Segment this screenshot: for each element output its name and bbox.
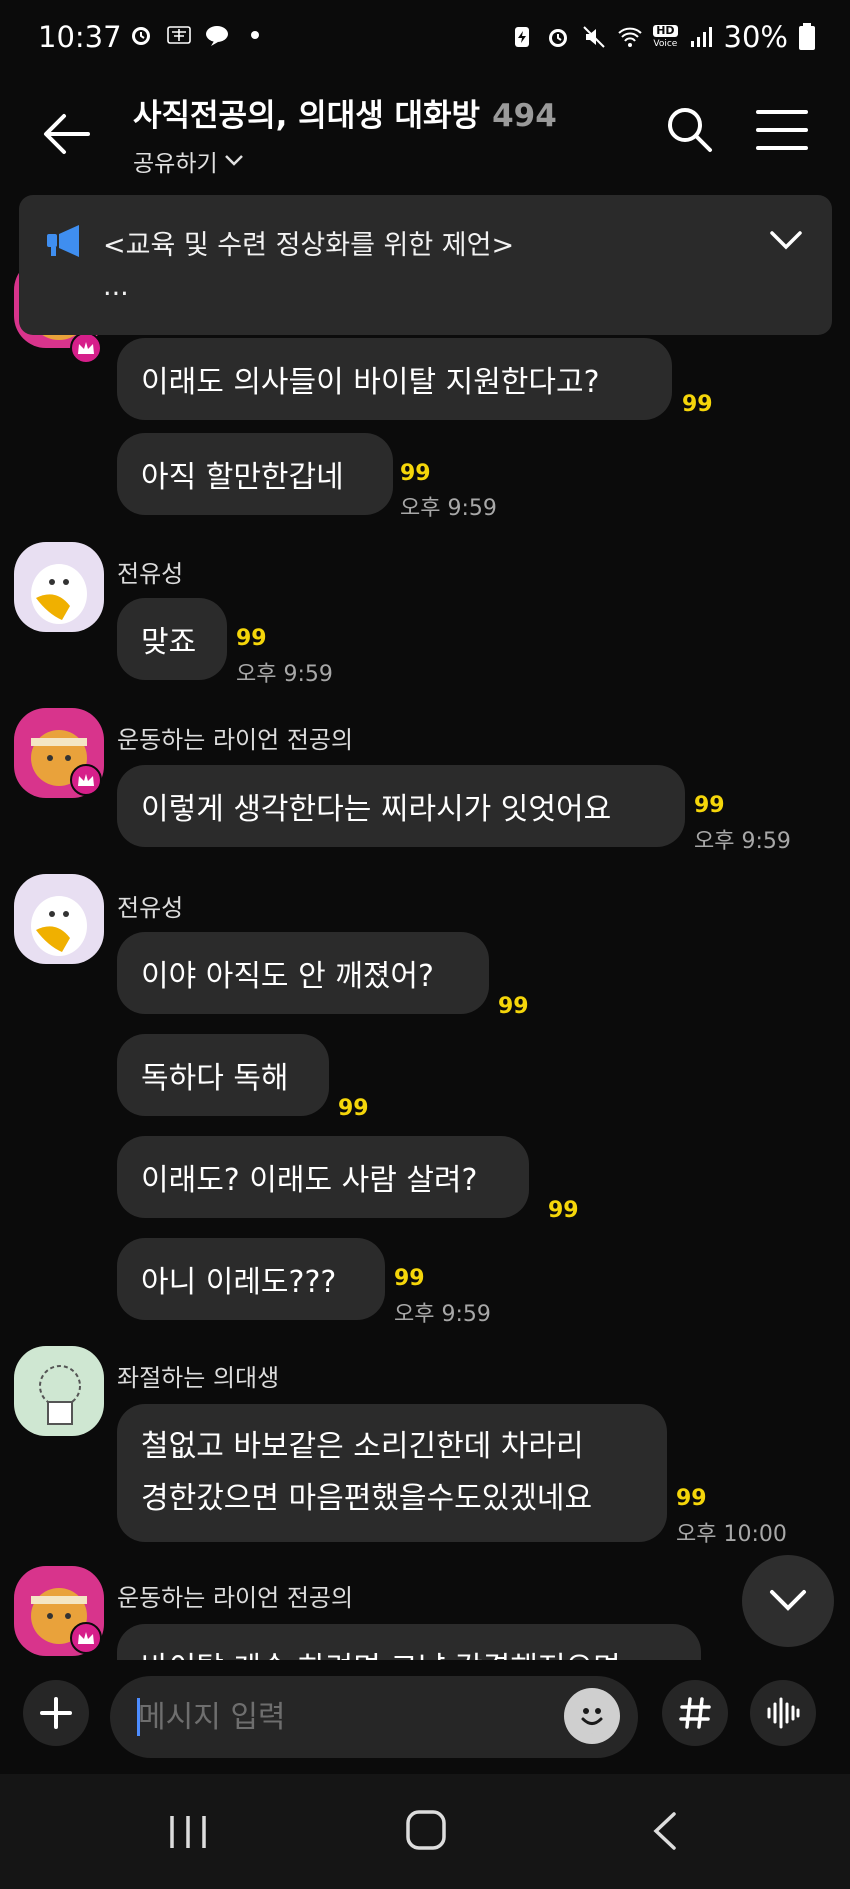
chevron-down-icon: [224, 155, 243, 166]
unread-count: 99: [548, 1198, 579, 1223]
avatar[interactable]: [14, 1346, 104, 1436]
avatar[interactable]: [14, 542, 104, 632]
notice-text: <교육 및 수련 정상화를 위한 제언>: [103, 230, 515, 261]
message-time: 오후 9:59: [236, 662, 333, 687]
battery-saver-icon: [515, 27, 530, 47]
message-time: 오후 10:00: [676, 1522, 787, 1547]
chat-messages[interactable]: 이래도 의사들이 바이탈 지원한다고? 99 아직 할만한갑네 99 오후 9:…: [0, 186, 850, 1660]
battery-icon: [799, 23, 815, 50]
mute-icon: [583, 26, 605, 48]
status-bar: 10:37 HD Voice 30%: [0, 0, 850, 76]
signal-icon: [690, 27, 712, 47]
message-bubble[interactable]: 바이탈 계속 하려면 그냥 각결해져으면: [117, 1624, 701, 1660]
message-bubble[interactable]: 철없고 바보같은 소리긴한데 차라리 경한갔으면 마음편했을수도있겠네요: [117, 1404, 667, 1542]
sender-name: 운동하는 라이언 전공의: [117, 1584, 354, 1612]
crown-badge-icon: [70, 1622, 102, 1654]
share-button[interactable]: 공유하기: [133, 144, 244, 178]
status-right-icons: HD Voice 30%: [509, 20, 816, 54]
chat-title: 사직전공의, 의대생 대화방: [133, 98, 481, 134]
message-bubble[interactable]: 독하다 독해: [117, 1034, 329, 1116]
unread-count: 99: [338, 1096, 369, 1121]
message-text: 바이탈 계속 하려면 그냥 각결해져으면: [141, 1643, 621, 1660]
message-text: 아니 이레도???: [141, 1265, 337, 1300]
message-bubble[interactable]: 이래도? 이래도 사람 살려?: [117, 1136, 529, 1218]
status-time: 10:37: [38, 20, 122, 54]
back-icon[interactable]: [650, 1810, 680, 1852]
message-bubble[interactable]: 이렇게 생각한다는 찌라시가 잇엇어요: [117, 765, 685, 847]
voice-button[interactable]: [750, 1680, 816, 1746]
home-icon[interactable]: [404, 1808, 448, 1852]
sender-name: 운동하는 라이언 전공의: [117, 726, 354, 754]
message-input[interactable]: [110, 1676, 638, 1758]
message-text: 이래도? 이래도 사람 살려?: [141, 1163, 478, 1198]
message-text: 이야 아직도 안 깨졌어?: [141, 959, 434, 994]
arrow-left-icon[interactable]: [38, 106, 94, 162]
unread-count: 99: [694, 793, 725, 818]
unread-count: 99: [676, 1486, 707, 1511]
message-text-line-1: 철없고 바보같은 소리긴한데 차라리: [141, 1429, 584, 1464]
message-text-line-2: 경한갔으면 마음편했을수도있겠네요: [141, 1481, 593, 1516]
voice-wave-icon: [767, 1697, 800, 1729]
sender-name: 전유성: [117, 560, 184, 588]
hanja-icon: [167, 26, 191, 44]
smiley-icon: [574, 1698, 610, 1734]
text-caret: [137, 1698, 140, 1736]
hd-voice-icon: HD Voice: [653, 25, 678, 49]
member-count: 494: [492, 98, 557, 134]
message-bubble[interactable]: 맞죠: [117, 598, 227, 680]
wifi-6-icon: [618, 27, 642, 47]
message-text: 이렇게 생각한다는 찌라시가 잇엇어요: [141, 792, 612, 827]
notice-ellipsis: ...: [103, 271, 129, 302]
emoji-button[interactable]: [564, 1688, 620, 1744]
cloud-chat-icon: [206, 26, 228, 46]
message-time: 오후 9:59: [694, 829, 791, 854]
plus-icon: [40, 1697, 72, 1729]
megaphone-icon: [47, 225, 79, 257]
message-bubble[interactable]: 이야 아직도 안 깨졌어?: [117, 932, 489, 1014]
sender-name: 전유성: [117, 894, 184, 922]
unread-count: 99: [682, 392, 713, 417]
message-time: 오후 9:59: [400, 496, 497, 521]
sender-name: 좌절하는 의대생: [117, 1364, 280, 1392]
hamburger-menu-icon[interactable]: [756, 106, 808, 154]
alarm-clock-icon: [132, 27, 150, 45]
message-text: 맞죠: [141, 625, 197, 660]
chevron-down-icon[interactable]: [768, 229, 804, 253]
battery-percent: 30%: [723, 20, 788, 54]
message-text: 이래도 의사들이 바이탈 지원한다고?: [141, 365, 600, 400]
dot-icon: [251, 31, 259, 39]
status-left-icons: [128, 22, 268, 48]
message-time: 오후 9:59: [394, 1302, 491, 1327]
hashtag-button[interactable]: [662, 1680, 728, 1746]
unread-count: 99: [394, 1266, 425, 1291]
system-nav-bar: [0, 1774, 850, 1889]
recent-apps-icon[interactable]: [166, 1814, 210, 1850]
alarm-icon: [549, 29, 568, 47]
scroll-to-bottom-button[interactable]: [742, 1555, 834, 1647]
avatar[interactable]: [14, 874, 104, 964]
attach-button[interactable]: [23, 1680, 89, 1746]
share-label: 공유하기: [133, 151, 218, 177]
chevron-down-icon: [770, 1590, 806, 1611]
unread-count: 99: [498, 994, 529, 1019]
search-icon[interactable]: [664, 104, 714, 154]
input-bar: [0, 1660, 850, 1774]
voice-label: Voice: [653, 39, 678, 49]
message-bubble[interactable]: 아니 이레도???: [117, 1238, 385, 1320]
chat-title-row[interactable]: 사직전공의, 의대생 대화방 494: [133, 90, 557, 135]
hd-label: HD: [653, 25, 678, 37]
unread-count: 99: [236, 626, 267, 651]
chat-header: 사직전공의, 의대생 대화방 494 공유하기: [0, 76, 850, 186]
crown-badge-icon: [70, 332, 102, 364]
message-bubble[interactable]: 이래도 의사들이 바이탈 지원한다고?: [117, 338, 672, 420]
message-text: 아직 할만한갑네: [141, 460, 344, 495]
unread-count: 99: [400, 461, 431, 486]
pinned-notice[interactable]: <교육 및 수련 정상화를 위한 제언> ...: [19, 195, 832, 335]
hash-icon: [679, 1697, 711, 1729]
message-bubble[interactable]: 아직 할만한갑네: [117, 433, 393, 515]
message-text: 독하다 독해: [141, 1061, 289, 1096]
crown-badge-icon: [70, 764, 102, 796]
